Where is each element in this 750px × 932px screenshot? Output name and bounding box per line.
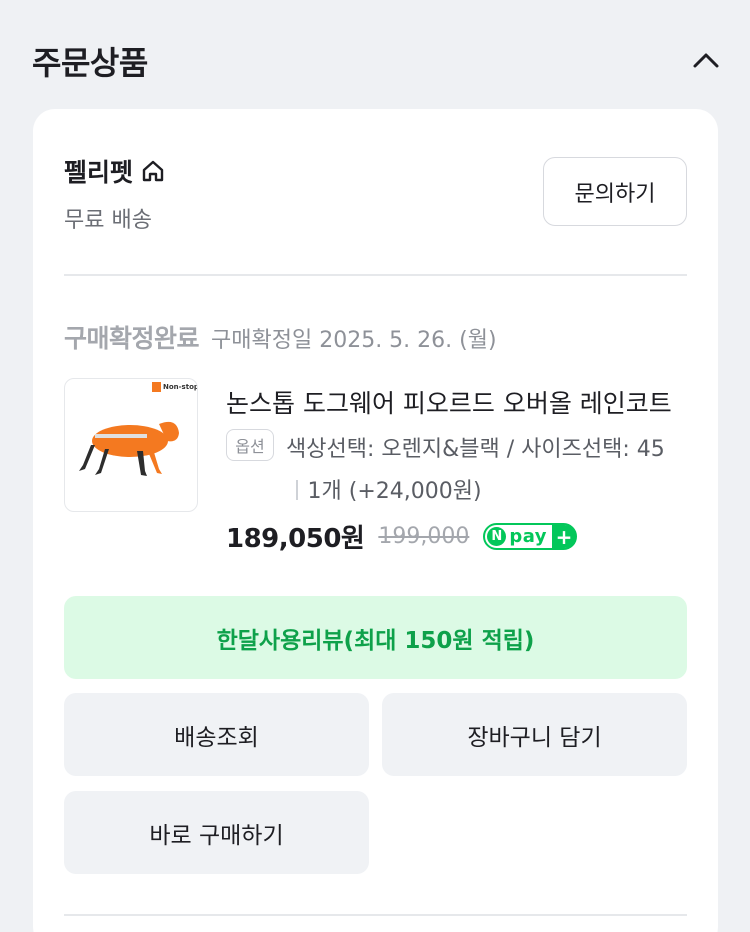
- chevron-up-icon: [693, 53, 719, 68]
- product-name[interactable]: 논스톱 도그웨어 피오르드 오버올 레인코트: [226, 384, 674, 420]
- order-items-header: 주문상품: [0, 0, 750, 110]
- add-to-cart-button[interactable]: 장바구니 담기: [382, 693, 687, 776]
- npay-plus-badge: N pay +: [483, 523, 578, 550]
- original-price: 199,000: [378, 524, 470, 549]
- order-item-card: 펠리펫 무료 배송 문의하기 구매확정완료 구매확정일 2025. 5. 26.…: [33, 109, 718, 932]
- write-review-button[interactable]: 한달사용리뷰(최대 150원 적립): [64, 596, 687, 679]
- option-badge: 옵션: [226, 429, 274, 461]
- confirm-date: 구매확정일 2025. 5. 26. (월): [211, 328, 497, 353]
- seller-name: 펠리펫: [64, 158, 134, 187]
- collapse-button[interactable]: [684, 42, 728, 78]
- inquiry-button[interactable]: 문의하기: [543, 157, 687, 226]
- option-text: 색상선택: 오렌지&블랙 / 사이즈선택: 45: [286, 437, 665, 462]
- npay-n-icon: N: [487, 527, 507, 546]
- price-row: 189,050원 199,000 N pay +: [226, 518, 578, 555]
- brand-logo-text: Non-stop: [163, 383, 198, 391]
- separator: [296, 480, 298, 500]
- divider: [64, 914, 687, 916]
- npay-label: pay: [509, 526, 548, 547]
- plus-icon: +: [552, 525, 577, 549]
- option-details: 색상선택: 오렌지&블랙 / 사이즈선택: 45 1개 (+24,000원): [286, 429, 676, 513]
- track-delivery-button[interactable]: 배송조회: [64, 693, 369, 776]
- home-icon: [142, 160, 164, 182]
- sale-price: 189,050원: [226, 524, 365, 554]
- seller-store-link[interactable]: 펠리펫: [64, 153, 167, 189]
- order-status-row: 구매확정완료 구매확정일 2025. 5. 26. (월): [64, 319, 497, 355]
- buy-now-button[interactable]: 바로 구매하기: [64, 791, 369, 874]
- brand-logo-mark: [152, 382, 161, 392]
- divider: [64, 274, 687, 276]
- product-image: Non-stop: [79, 382, 198, 476]
- section-title: 주문상품: [32, 44, 148, 82]
- quantity-text: 1개 (+24,000원): [307, 479, 482, 504]
- shipping-info: 무료 배송: [64, 208, 152, 233]
- product-thumbnail[interactable]: Non-stop: [64, 378, 198, 512]
- order-status: 구매확정완료: [64, 324, 200, 353]
